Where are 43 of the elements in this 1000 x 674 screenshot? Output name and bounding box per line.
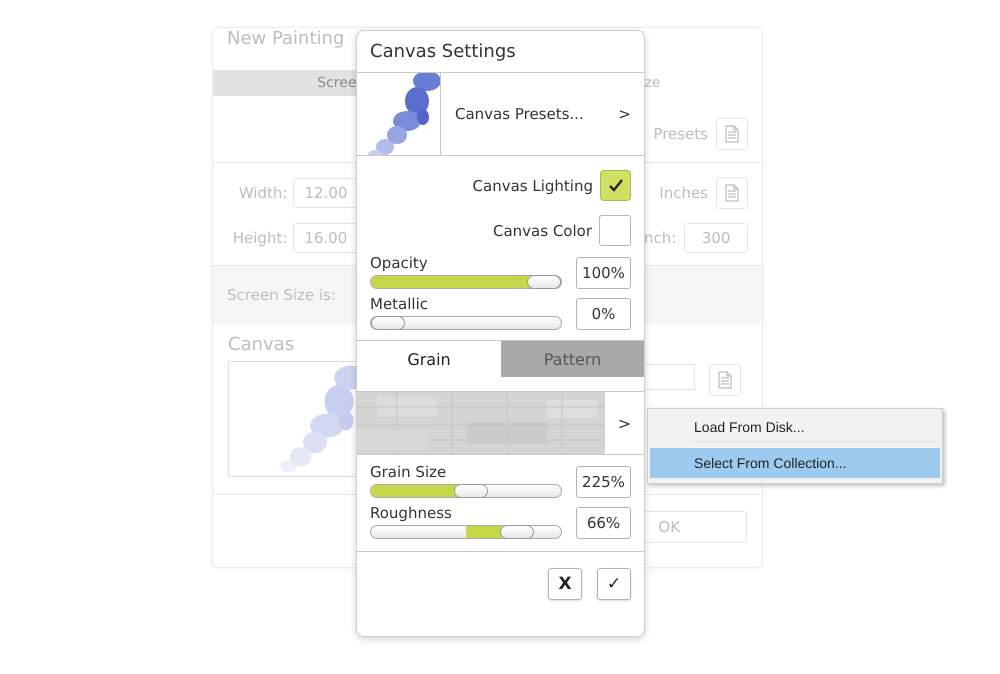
slider[interactable] bbox=[370, 525, 562, 539]
slider-fill bbox=[466, 526, 502, 538]
color-label: Canvas Color bbox=[493, 222, 592, 240]
value-field[interactable]: 66% bbox=[576, 507, 631, 539]
screen-size-label: Screen Size is: bbox=[227, 286, 336, 304]
slider-label: Grain Size bbox=[370, 463, 448, 481]
width-label: Width: bbox=[238, 184, 288, 202]
list-icon bbox=[725, 125, 739, 143]
resolution-label: nch: bbox=[644, 229, 676, 247]
slider-thumb[interactable] bbox=[371, 316, 405, 330]
slider[interactable] bbox=[370, 275, 562, 289]
list-icon bbox=[718, 371, 732, 389]
slider-thumb[interactable] bbox=[500, 525, 534, 539]
canvas-menu-button[interactable] bbox=[708, 364, 741, 396]
panel-title: Canvas Settings bbox=[370, 41, 516, 62]
value-field[interactable]: 225% bbox=[576, 466, 631, 498]
menu-item[interactable]: Select From Collection... bbox=[650, 448, 940, 478]
list-icon bbox=[725, 184, 739, 202]
check-icon bbox=[608, 179, 622, 192]
checkbox-label: Canvas Lighting bbox=[472, 176, 593, 194]
value-field[interactable]: 0% bbox=[576, 298, 631, 330]
confirm-button[interactable]: ✓ bbox=[597, 568, 631, 600]
color-swatch[interactable] bbox=[599, 215, 631, 246]
dialog-title: New Painting bbox=[227, 28, 344, 51]
presets-button[interactable] bbox=[716, 118, 748, 150]
slider-label: Metallic bbox=[370, 295, 429, 313]
texture-arrow-button[interactable]: > bbox=[605, 392, 644, 454]
slider[interactable] bbox=[370, 316, 562, 330]
units-button[interactable] bbox=[716, 177, 748, 209]
slider[interactable] bbox=[370, 484, 562, 498]
checkbox[interactable] bbox=[600, 170, 631, 201]
slider-label: Roughness bbox=[370, 504, 453, 522]
menu-item[interactable]: Load From Disk... bbox=[690, 412, 940, 442]
units-label: Inches bbox=[659, 184, 708, 202]
presets-label: Presets bbox=[653, 125, 708, 143]
slider-label: Opacity bbox=[370, 254, 429, 272]
cancel-button[interactable]: X bbox=[548, 568, 582, 600]
height-label: Height: bbox=[232, 229, 288, 247]
canvas-presets-button[interactable]: Canvas Presets... > bbox=[441, 73, 644, 155]
slider-thumb[interactable] bbox=[454, 484, 488, 498]
value-field[interactable]: 100% bbox=[576, 257, 631, 289]
slider-thumb[interactable] bbox=[527, 275, 561, 289]
canvas-label: Canvas bbox=[228, 334, 294, 355]
